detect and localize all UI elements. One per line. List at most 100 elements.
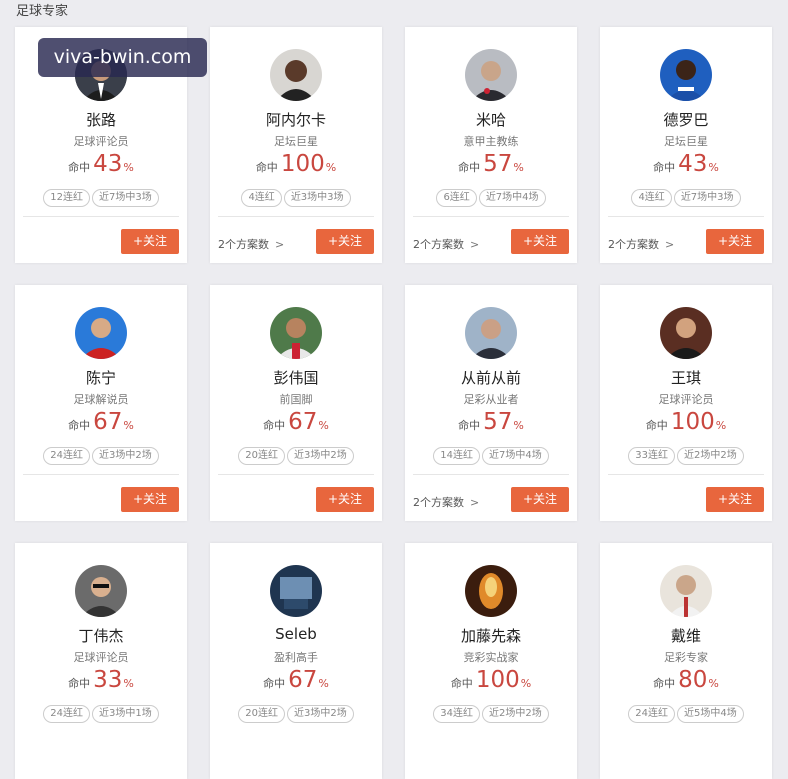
badges: 6连红 近7场中4场 — [405, 185, 577, 207]
divider — [608, 474, 764, 475]
expert-name[interactable]: 米哈 — [405, 109, 577, 130]
expert-card[interactable]: 陈宁 足球解说员 命中 67% 24连红 近3场中2场 +关注 — [15, 285, 187, 521]
hit-label: 命中 — [450, 677, 473, 690]
follow-button[interactable]: +关注 — [316, 487, 374, 512]
divider — [218, 216, 374, 217]
expert-role: 盈利高手 — [274, 651, 318, 664]
hit-rate-value: 100 — [670, 409, 715, 435]
expert-name[interactable]: 陈宁 — [15, 367, 187, 388]
percent-sign: % — [123, 419, 134, 432]
expert-card[interactable]: 王琪 足球评论员 命中 100% 33连红 近2场中2场 +关注 — [600, 285, 772, 521]
hit-label: 命中 — [68, 419, 91, 432]
recent-badge: 近7场中4场 — [482, 447, 549, 465]
plans-link[interactable]: 2个方案数 > — [608, 236, 674, 252]
avatar[interactable] — [75, 307, 127, 359]
avatar[interactable] — [75, 565, 127, 617]
recent-badge: 近3场中3场 — [283, 189, 351, 207]
avatar[interactable] — [660, 565, 712, 617]
hit-label: 命中 — [645, 419, 668, 432]
percent-sign: % — [513, 419, 524, 432]
chevron-right-icon: > — [275, 238, 285, 251]
expert-card[interactable]: 德罗巴 足坛巨星 命中 43% 4连红 近7场中3场 2个方案数 > +关注 — [600, 27, 772, 263]
expert-role: 前国脚 — [279, 393, 313, 406]
avatar[interactable] — [465, 565, 517, 617]
hit-rate: 命中 100% — [210, 151, 382, 177]
percent-sign: % — [708, 161, 719, 174]
percent-sign: % — [708, 677, 719, 690]
expert-card[interactable]: 从前从前 足彩从业者 命中 57% 14连红 近7场中4场 2个方案数 > +关注 — [405, 285, 577, 521]
recent-badge: 近3场中2场 — [92, 447, 159, 465]
badges: 33连红 近2场中2场 — [600, 443, 772, 465]
expert-card[interactable]: 彭伟国 前国脚 命中 67% 20连红 近3场中2场 +关注 — [210, 285, 382, 521]
recent-badge: 近5场中4场 — [677, 705, 744, 723]
watermark: viva-bwin.com — [38, 38, 207, 77]
plans-count: 2个方案数 — [608, 238, 659, 251]
streak-badge: 4连红 — [631, 189, 672, 207]
hit-rate-value: 67 — [288, 409, 318, 435]
avatar[interactable] — [660, 49, 712, 101]
avatar[interactable] — [270, 307, 322, 359]
badges: 24连红 近3场中1场 — [15, 701, 187, 723]
recent-badge: 近2场中2场 — [677, 447, 744, 465]
chevron-right-icon: > — [470, 496, 480, 509]
avatar[interactable] — [465, 49, 517, 101]
expert-grid: 张路 足球评论员 命中 43% 12连红 近7场中3场 +关注 阿内尔卡 足坛巨星 … — [0, 0, 788, 779]
follow-button[interactable]: +关注 — [511, 487, 569, 512]
expert-card[interactable]: 戴维 足彩专家 命中 80% 24连红 近5场中4场 — [600, 543, 772, 779]
expert-name[interactable]: 从前从前 — [405, 367, 577, 388]
expert-name[interactable]: 戴维 — [600, 625, 772, 646]
streak-badge: 12连红 — [43, 189, 90, 207]
avatar[interactable] — [660, 307, 712, 359]
expert-name[interactable]: 张路 — [15, 109, 187, 130]
expert-name[interactable]: 丁伟杰 — [15, 625, 187, 646]
hit-rate: 命中 67% — [15, 409, 187, 435]
plans-link[interactable]: 2个方案数 > — [413, 236, 479, 252]
follow-button[interactable]: +关注 — [511, 229, 569, 254]
expert-role: 足坛巨星 — [664, 135, 708, 148]
expert-name[interactable]: 加藤先森 — [405, 625, 577, 646]
expert-name[interactable]: Seleb — [210, 625, 382, 643]
divider — [413, 474, 569, 475]
expert-card[interactable]: 加藤先森 竞彩实战家 命中 100% 34连红 近2场中2场 — [405, 543, 577, 779]
hit-rate-value: 57 — [483, 409, 513, 435]
expert-name[interactable]: 彭伟国 — [210, 367, 382, 388]
expert-name[interactable]: 阿内尔卡 — [210, 109, 382, 130]
hit-rate: 命中 43% — [15, 151, 187, 177]
avatar[interactable] — [465, 307, 517, 359]
expert-name[interactable]: 德罗巴 — [600, 109, 772, 130]
follow-button[interactable]: +关注 — [706, 229, 764, 254]
expert-card[interactable]: 米哈 意甲主教练 命中 57% 6连红 近7场中4场 2个方案数 > +关注 — [405, 27, 577, 263]
hit-rate: 命中 100% — [405, 667, 577, 693]
badges: 12连红 近7场中3场 — [15, 185, 187, 207]
hit-rate-value: 100 — [475, 667, 520, 693]
plans-link[interactable]: 2个方案数 > — [413, 494, 479, 510]
expert-card[interactable]: 丁伟杰 足球评论员 命中 33% 24连红 近3场中1场 — [15, 543, 187, 779]
plans-count: 2个方案数 — [413, 238, 464, 251]
follow-button[interactable]: +关注 — [706, 487, 764, 512]
hit-label: 命中 — [68, 161, 91, 174]
hit-label: 命中 — [653, 161, 676, 174]
avatar[interactable] — [270, 565, 322, 617]
expert-card[interactable]: Seleb 盈利高手 命中 67% 20连红 近3场中2场 — [210, 543, 382, 779]
expert-role: 足球评论员 — [658, 393, 714, 406]
hit-rate-value: 43 — [678, 151, 708, 177]
streak-badge: 20连红 — [238, 447, 285, 465]
follow-button[interactable]: +关注 — [316, 229, 374, 254]
badges: 34连红 近2场中2场 — [405, 701, 577, 723]
hit-label: 命中 — [653, 677, 676, 690]
recent-badge: 近7场中3场 — [92, 189, 159, 207]
follow-button[interactable]: +关注 — [121, 229, 179, 254]
hit-label: 命中 — [458, 419, 481, 432]
recent-badge: 近3场中2场 — [287, 447, 354, 465]
plans-count: 2个方案数 — [218, 238, 269, 251]
hit-rate-value: 67 — [288, 667, 318, 693]
recent-badge: 近2场中2场 — [482, 705, 549, 723]
divider — [608, 216, 764, 217]
plans-count: 2个方案数 — [413, 496, 464, 509]
hit-rate-value: 80 — [678, 667, 708, 693]
avatar[interactable] — [270, 49, 322, 101]
follow-button[interactable]: +关注 — [121, 487, 179, 512]
plans-link[interactable]: 2个方案数 > — [218, 236, 284, 252]
expert-name[interactable]: 王琪 — [600, 367, 772, 388]
expert-card[interactable]: 阿内尔卡 足坛巨星 命中 100% 4连红 近3场中3场 2个方案数 > +关注 — [210, 27, 382, 263]
